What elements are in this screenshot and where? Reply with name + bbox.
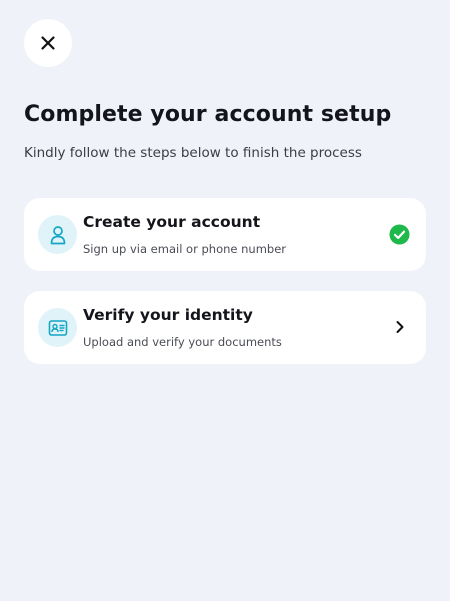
- step-description: Upload and verify your documents: [83, 335, 282, 349]
- page-title: Complete your account setup: [24, 102, 392, 127]
- close-button[interactable]: [24, 19, 72, 67]
- chevron-right-icon: [396, 321, 404, 333]
- step-card-create-account[interactable]: Create your account Sign up via email or…: [24, 198, 426, 271]
- step-icon-container: [38, 308, 77, 347]
- step-description: Sign up via email or phone number: [83, 242, 287, 256]
- user-icon: [50, 225, 65, 244]
- step-title: Verify your identity: [83, 306, 253, 324]
- step-card-verify-identity[interactable]: Verify your identity Upload and verify y…: [24, 291, 426, 364]
- step-title: Create your account: [83, 213, 261, 231]
- account-setup-screen: Complete your account setup Kindly follo…: [0, 0, 450, 601]
- page-subtitle: Kindly follow the steps below to finish …: [24, 145, 362, 161]
- step-icon-container: [38, 215, 77, 254]
- close-icon: [41, 36, 55, 50]
- id-card-icon: [48, 319, 67, 336]
- check-circle-icon: [389, 224, 410, 245]
